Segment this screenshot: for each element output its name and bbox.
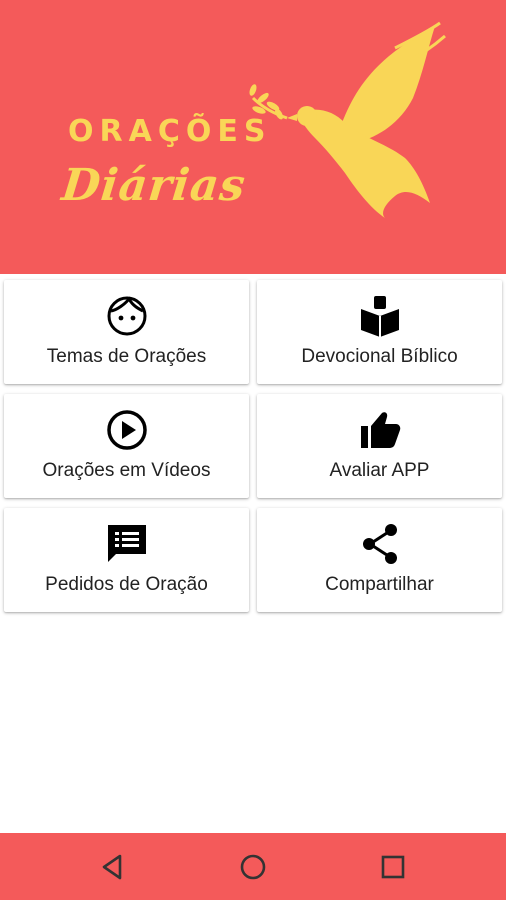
menu-item-videos[interactable]: Orações em Vídeos — [4, 394, 249, 498]
back-icon — [102, 854, 122, 880]
menu-item-devocional[interactable]: Devocional Bíblico — [257, 280, 502, 384]
system-navbar — [0, 833, 506, 900]
face-icon — [107, 296, 146, 336]
book-reader-icon — [360, 296, 399, 337]
menu-item-avaliar[interactable]: Avaliar APP — [257, 394, 502, 498]
message-icon — [107, 525, 146, 562]
back-button[interactable] — [96, 850, 130, 884]
home-button[interactable] — [236, 850, 270, 884]
dove-icon — [249, 21, 446, 218]
app-header: ORAÇÕES Diárias — [0, 0, 506, 274]
menu-item-label: Temas de Orações — [46, 346, 207, 367]
logo-subtitle: Diárias — [59, 160, 249, 211]
share-icon — [362, 524, 397, 564]
logo-title: ORAÇÕES — [68, 114, 272, 149]
menu-item-pedidos[interactable]: Pedidos de Oração — [4, 508, 249, 612]
menu-item-temas[interactable]: Temas de Orações — [4, 280, 249, 384]
menu-grid: Temas de Orações Devocional Bíblico Oraç… — [4, 280, 502, 612]
menu-item-label: Compartilhar — [325, 574, 434, 595]
menu-item-label: Orações em Vídeos — [42, 460, 211, 481]
play-circle-icon — [106, 410, 147, 450]
recents-icon — [381, 855, 405, 879]
recents-button[interactable] — [376, 850, 410, 884]
menu-item-compartilhar[interactable]: Compartilhar — [257, 508, 502, 612]
home-icon — [240, 854, 266, 880]
menu-item-label: Devocional Bíblico — [301, 346, 458, 367]
menu-item-label: Avaliar APP — [329, 460, 430, 481]
thumbs-up-icon — [360, 412, 400, 448]
menu-item-label: Pedidos de Oração — [45, 574, 208, 595]
